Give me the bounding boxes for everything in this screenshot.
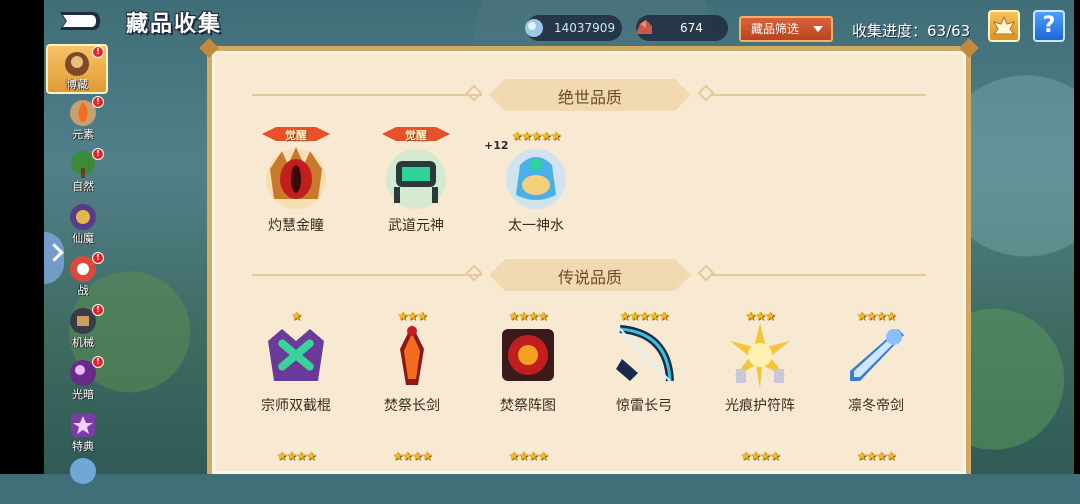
divine-water-artifact-icon <box>506 149 566 209</box>
item-name: 惊雷长弓 <box>616 398 672 414</box>
right-letterbox <box>1074 0 1080 474</box>
star-rating-partial: ★★★★ <box>856 449 896 463</box>
chevron-right-icon <box>45 243 64 262</box>
sidebar-item-label: 自然 <box>72 180 94 193</box>
item-name: 太一神水 <box>508 218 564 234</box>
collection-item[interactable]: ★★★★ 凛冬帝剑 <box>826 309 926 421</box>
collection-item[interactable]: 觉醒 灼慧金瞳 <box>246 127 346 241</box>
notification-badge: ! <box>92 96 104 108</box>
header-divider <box>252 274 482 276</box>
back-arrow-icon <box>60 12 100 30</box>
collection-item[interactable]: ★ 宗师双截棍 <box>246 309 346 421</box>
martial-spirit-artifact-icon <box>386 149 446 209</box>
sidebar-item-label: 特典 <box>72 440 94 453</box>
sidebar-item-element[interactable]: 元素 ! <box>60 96 106 146</box>
flame-sword-artifact-icon <box>400 325 424 385</box>
sidebar-item-immortal-demon[interactable]: 仙魔 <box>60 200 106 250</box>
collection-item[interactable]: ★★★★★ +12 太一神水 <box>484 129 586 241</box>
gem-icon <box>525 19 543 37</box>
notification-badge: ! <box>92 252 104 264</box>
chevron-down-icon <box>813 26 823 32</box>
sidebar-item-label: 博藏 <box>66 78 88 91</box>
item-name: 宗师双截棍 <box>261 398 331 414</box>
diamond-ornament-icon <box>465 84 483 102</box>
ore-count: 674 <box>680 21 703 35</box>
sidebar-item-label: 元素 <box>72 128 94 141</box>
section-title: 传说品质 <box>557 268 622 287</box>
thunder-bow-artifact-icon <box>616 325 674 382</box>
sidebar-item-nature[interactable]: 自然 ! <box>60 148 106 198</box>
flame-array-artifact-icon <box>502 329 554 381</box>
collection-item[interactable]: ★★★ 光痕护符阵 <box>710 309 810 421</box>
sidebar-item-label: 光暗 <box>72 388 94 401</box>
sidebar-item-more[interactable] <box>60 454 106 504</box>
section-header-legendary: 传说品质 <box>212 257 966 293</box>
item-name: 焚祭阵图 <box>500 398 556 414</box>
sidebar-item-mechanical[interactable]: 机械 ! <box>60 304 106 354</box>
item-name: 焚祭长剑 <box>384 398 440 414</box>
star-rating-partial: ★★★★ <box>392 449 432 463</box>
item-name: 光痕护符阵 <box>725 398 795 414</box>
treasure-bag-icon <box>65 52 89 76</box>
section-title: 绝世品质 <box>557 88 622 107</box>
collection-item[interactable]: ★★★ 焚祭长剑 <box>362 309 462 421</box>
crystal-icon <box>70 458 96 484</box>
collection-item[interactable]: ★★★★ 焚祭阵图 <box>478 309 578 421</box>
sidebar-item-label: 机械 <box>72 336 94 349</box>
sidebar-item-label: 战 <box>77 284 89 297</box>
collection-item[interactable]: ★★★★★ 惊雷长弓 <box>594 309 694 421</box>
left-letterbox <box>0 0 44 474</box>
filter-label: 藏品筛选 <box>751 22 800 36</box>
item-name: 凛冬帝剑 <box>848 398 904 414</box>
header-divider <box>712 94 926 96</box>
gem-count: 14037909 <box>554 21 616 35</box>
header-divider <box>712 274 926 276</box>
collection-item[interactable]: 觉醒 武道元神 <box>366 127 466 241</box>
notification-badge: ! <box>92 356 104 368</box>
diamond-ornament-icon <box>697 264 715 282</box>
section-title-banner: 传说品质 <box>489 259 691 291</box>
sidebar-item-label: 仙魔 <box>72 232 94 245</box>
help-button[interactable]: ? <box>1033 10 1065 42</box>
notification-badge: ! <box>92 46 104 58</box>
notification-badge: ! <box>92 148 104 160</box>
star-rating-partial: ★★★★ <box>508 449 548 463</box>
header-divider <box>252 94 482 96</box>
diamond-ornament-icon <box>697 84 715 102</box>
lotus-icon <box>992 15 1016 35</box>
star-rating-partial: ★★★★ <box>276 449 316 463</box>
item-name: 武道元神 <box>388 218 444 234</box>
collection-panel: 绝世品质 觉醒 灼慧金瞳 觉醒 武道元神 ★★★★★ +12 太一神水 传说品质… <box>199 38 979 474</box>
sidebar-item-battle[interactable]: 战 ! <box>60 252 106 302</box>
star-emblem-icon <box>71 413 95 437</box>
sidebar-item-light-dark[interactable]: 光暗 ! <box>60 356 106 406</box>
gem-currency: 14037909 <box>525 15 622 41</box>
collection-filter-dropdown[interactable]: 藏品筛选 <box>739 16 833 42</box>
collection-progress: 收集进度：63/63 <box>852 22 971 40</box>
achievement-button[interactable] <box>988 10 1020 42</box>
star-rating-partial: ★★★★ <box>740 449 780 463</box>
page-title: 藏品收集 <box>126 12 223 37</box>
back-button[interactable] <box>54 8 104 34</box>
demon-mask-icon <box>70 204 96 230</box>
golden-eye-artifact-icon <box>266 147 326 209</box>
sidebar-item-special[interactable]: 特典 <box>60 408 106 458</box>
notification-badge: ! <box>92 304 104 316</box>
nunchaku-artifact-icon <box>268 329 324 381</box>
sidebar-item-collection[interactable]: 博藏 ! <box>46 44 108 94</box>
ore-currency: 674 <box>636 15 728 41</box>
ore-icon <box>636 20 652 34</box>
diamond-ornament-icon <box>465 264 483 282</box>
frost-sword-artifact-icon <box>850 329 904 381</box>
item-name: 灼慧金瞳 <box>268 218 324 234</box>
section-title-banner: 绝世品质 <box>489 79 691 111</box>
light-amulet-artifact-icon <box>730 323 790 389</box>
section-header-peerless: 绝世品质 <box>212 77 966 113</box>
